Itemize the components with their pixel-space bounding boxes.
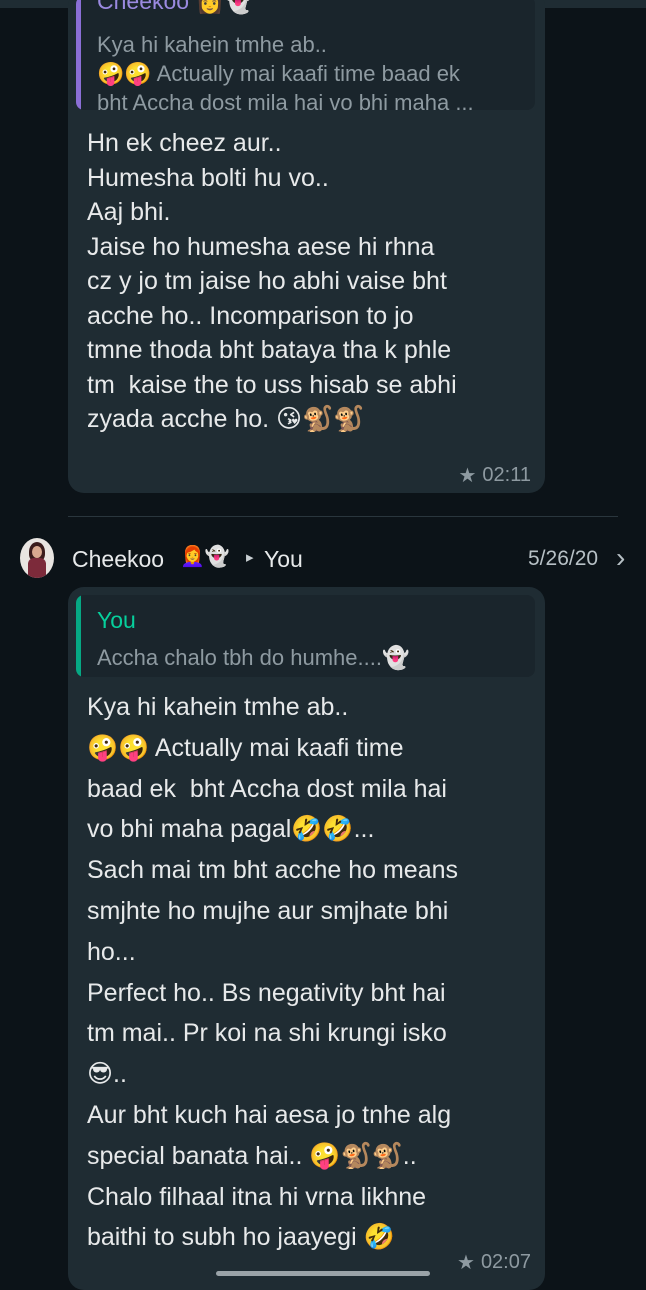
message-time: 02:07 — [480, 1251, 531, 1273]
play-arrow-icon: ▸ — [246, 549, 254, 566]
message-text: Kya hi kahein tmhe ab.. 🤪🤪 Actually mai … — [87, 693, 459, 1252]
quote-text-line: bht Accha dost mila hai vo bhi maha ... — [97, 90, 474, 110]
recipient-name: You — [264, 546, 303, 572]
message-meta: ★ 02:11 — [458, 463, 531, 488]
star-icon: ★ — [457, 1252, 475, 1274]
avatar[interactable] — [20, 538, 54, 578]
sender-emoji: 👩‍🦰👻 — [180, 546, 230, 568]
quote-author: Cheekoo 👩‍👻 — [97, 0, 253, 14]
divider — [68, 516, 618, 517]
message-meta: ★ 02:07 — [457, 1250, 531, 1275]
quote-text-line: Accha chalo tbh do humhe....👻 — [97, 645, 410, 670]
message-date: 5/26/20 — [528, 547, 599, 570]
message-bubble[interactable]: You Accha chalo tbh do humhe....👻 Kya hi… — [68, 587, 545, 1290]
sender-name: Cheekoo — [72, 546, 165, 572]
quoted-message[interactable]: You Accha chalo tbh do humhe....👻 — [76, 595, 535, 677]
sender-row[interactable]: Cheekoo 👩‍🦰👻 ▸ You 5/26/20 › — [0, 534, 646, 582]
message-bubble[interactable]: Cheekoo 👩‍👻 Kya hi kahein tmhe ab.. 🤪🤪 A… — [68, 0, 545, 493]
message-text: Hn ek cheez aur.. Humesha bolti hu vo.. … — [87, 129, 457, 433]
star-icon: ★ — [458, 465, 477, 487]
quote-accent-bar — [76, 595, 81, 677]
chevron-right-icon[interactable]: › — [616, 542, 625, 574]
message-time: 02:11 — [482, 464, 531, 486]
quote-author: You — [97, 607, 136, 633]
quote-text-line: 🤪🤪 Actually mai kaafi time baad ek — [97, 61, 460, 86]
quoted-message[interactable]: Cheekoo 👩‍👻 Kya hi kahein tmhe ab.. 🤪🤪 A… — [76, 0, 535, 110]
home-indicator[interactable] — [216, 1271, 430, 1276]
quote-text-line: Kya hi kahein tmhe ab.. — [97, 32, 327, 57]
quote-accent-bar — [76, 0, 81, 110]
